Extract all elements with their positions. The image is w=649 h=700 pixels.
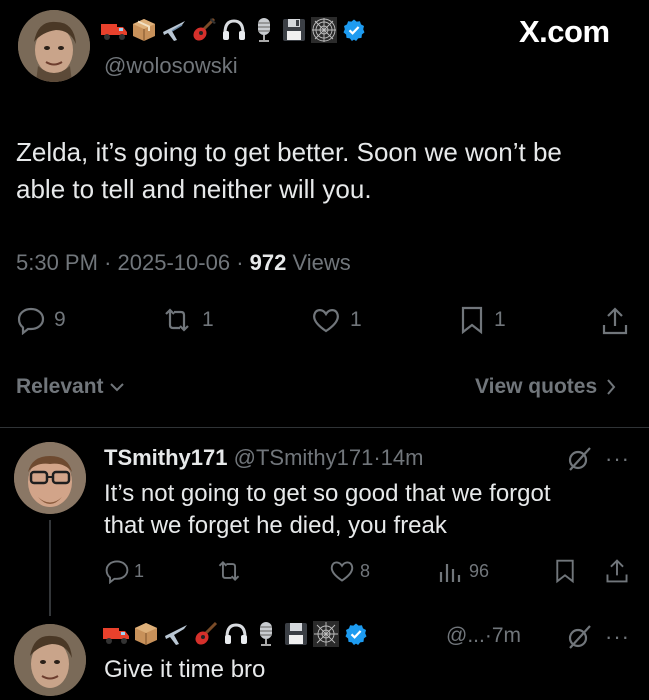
bookmark-icon [461, 306, 483, 335]
reply-icon [105, 560, 129, 584]
reply-text-line: that we forget he died, you freak [104, 512, 447, 539]
post-text-line: Zelda, it’s going to get better. Soon we… [16, 137, 562, 167]
reply-time[interactable]: 7m [492, 624, 521, 647]
reply-bookmark-button[interactable] [553, 558, 577, 584]
views-icon [439, 564, 461, 582]
microphone-icon [252, 620, 280, 648]
reply-text: It’s not going to get so good that we fo… [104, 478, 551, 542]
reply-button[interactable]: 9 [16, 305, 66, 335]
post-text-line: able to tell and neither will you. [16, 174, 372, 204]
reply-share-button[interactable] [604, 557, 630, 585]
package-icon [130, 16, 158, 44]
headphones-icon [220, 16, 248, 44]
sort-label: Relevant [16, 375, 104, 398]
floppy-disk-icon [282, 620, 310, 648]
truck-icon [100, 16, 128, 44]
repost-count: 1 [202, 308, 214, 331]
post-meta: 5:30 PM · 2025-10-06 · 972 Views [16, 250, 351, 276]
share-icon [602, 307, 628, 335]
grok-icon[interactable] [566, 446, 592, 477]
post-text: Zelda, it’s going to get better. Soon we… [16, 134, 562, 208]
author-handle[interactable]: @wolosowski [104, 53, 238, 79]
repost-icon [165, 308, 189, 332]
share-icon [606, 559, 628, 583]
repost-button[interactable]: 1 [160, 305, 214, 335]
reply-views-count: 96 [469, 560, 490, 581]
chevron-right-icon [607, 379, 616, 395]
heart-icon [330, 561, 354, 582]
bookmark-button[interactable]: 1 [458, 305, 506, 335]
reply-views-button[interactable]: 96 [437, 558, 489, 584]
reply-time[interactable]: 14m [381, 445, 424, 470]
site-watermark: X.com [519, 14, 610, 49]
reply-author-badge-row [102, 620, 370, 648]
grok-icon[interactable] [566, 624, 592, 655]
like-count: 1 [350, 308, 362, 331]
reply-display-name[interactable]: TSmithy171 [104, 445, 228, 470]
meta-separator: · [104, 250, 112, 275]
share-button[interactable] [600, 305, 630, 337]
meta-separator: · [236, 250, 244, 275]
meta-separator: · [484, 624, 492, 647]
reply-avatar[interactable] [14, 624, 86, 696]
guitar-icon [192, 620, 220, 648]
thread-line [49, 520, 51, 616]
view-quotes-link[interactable]: View quotes [475, 375, 617, 399]
reply-reply-count: 1 [134, 560, 145, 581]
reply-like-count: 8 [360, 560, 371, 581]
airplane-icon [160, 16, 188, 44]
floppy-disk-icon [280, 16, 308, 44]
verified-badge-icon [342, 620, 370, 648]
reply-handle[interactable]: @... [446, 624, 485, 647]
bookmark-count: 1 [494, 308, 506, 331]
truck-icon [102, 620, 130, 648]
reply-meta: @...·7m [446, 624, 521, 648]
views-label: Views [292, 250, 351, 275]
airplane-icon [162, 620, 190, 648]
package-icon [132, 620, 160, 648]
views-count: 972 [249, 250, 287, 275]
reply-reply-button[interactable]: 1 [104, 558, 144, 584]
reply-text-line: It’s not going to get so good that we fo… [104, 480, 551, 507]
post-date[interactable]: 2025-10-06 [118, 250, 231, 275]
reply-repost-button[interactable] [214, 558, 244, 584]
reply-avatar[interactable] [14, 442, 86, 514]
spider-web-icon [312, 620, 340, 648]
meta-separator: · [373, 445, 381, 470]
view-quotes-label: View quotes [475, 375, 598, 398]
chevron-down-icon [109, 383, 124, 392]
post-time[interactable]: 5:30 PM [16, 250, 98, 275]
microphone-icon [250, 16, 278, 44]
author-avatar[interactable] [18, 10, 90, 82]
reply-count: 9 [54, 308, 66, 331]
more-options-icon[interactable]: ··· [605, 446, 630, 472]
reply-header: TSmithy171 @TSmithy171·14m [104, 445, 423, 471]
author-badge-row [100, 16, 368, 44]
like-button[interactable]: 1 [310, 305, 362, 335]
reply-text: Give it time bro [104, 656, 266, 683]
guitar-icon [190, 16, 218, 44]
bookmark-icon [556, 559, 574, 584]
reply-like-button[interactable]: 8 [328, 558, 370, 584]
reply-icon [17, 307, 45, 335]
section-divider [0, 427, 649, 428]
headphones-icon [222, 620, 250, 648]
sort-dropdown[interactable]: Relevant [16, 375, 125, 399]
more-options-icon[interactable]: ··· [605, 624, 630, 650]
verified-badge-icon [340, 16, 368, 44]
spider-web-icon [310, 16, 338, 44]
repost-icon [218, 560, 240, 582]
heart-icon [313, 309, 339, 333]
reply-handle[interactable]: @TSmithy171 [234, 445, 374, 470]
